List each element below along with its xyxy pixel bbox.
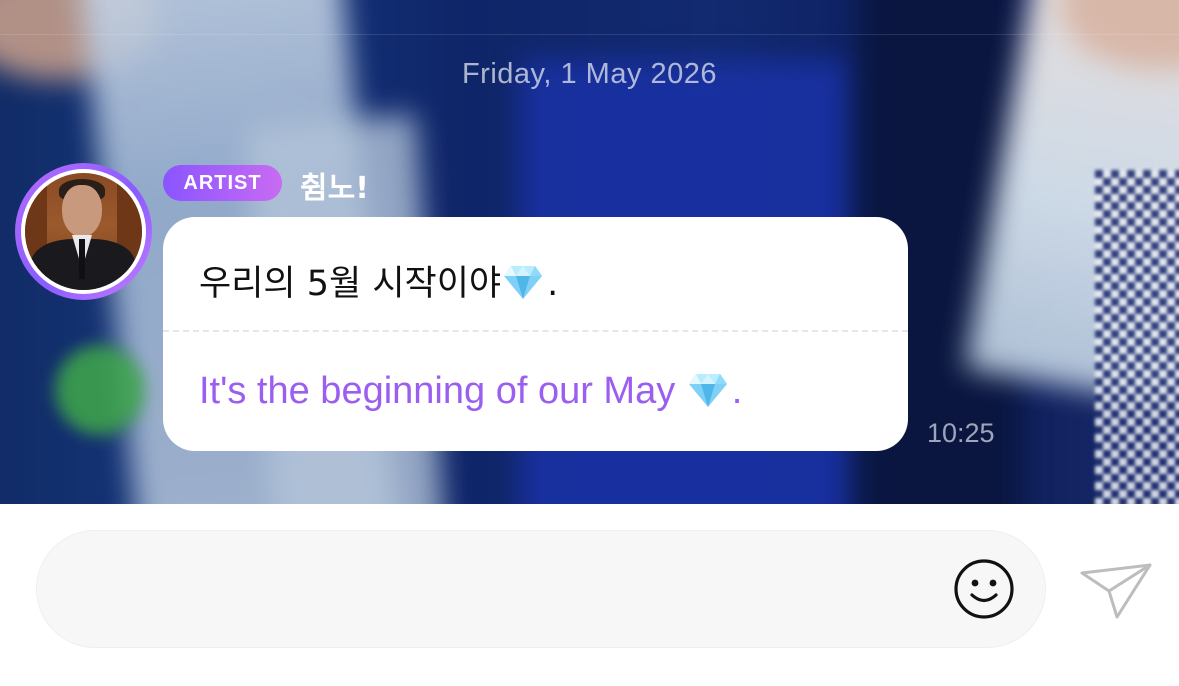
- gem-icon: [504, 266, 543, 299]
- avatar[interactable]: [15, 163, 152, 300]
- message-timestamp: 10:25: [927, 418, 995, 448]
- composer-bar: [0, 504, 1179, 686]
- message-translation-text: It's the beginning of our May: [199, 370, 676, 412]
- message-original-text: 우리의 5월 시작이야: [199, 264, 502, 304]
- emoji-button[interactable]: [952, 557, 1016, 621]
- message-input[interactable]: [36, 530, 1046, 648]
- message-original: 우리의 5월 시작이야 .: [199, 255, 558, 306]
- translation-divider: [163, 330, 908, 332]
- message-translation-suffix: .: [731, 370, 743, 412]
- send-button[interactable]: [1078, 560, 1154, 622]
- gem-icon: [688, 374, 727, 407]
- message-translation: It's the beginning of our May .: [199, 370, 742, 413]
- artist-badge: ARTIST: [163, 165, 282, 201]
- date-separator: Friday, 1 May 2026: [461, 58, 718, 90]
- message-original-suffix: .: [547, 264, 559, 304]
- sender-name[interactable]: 췸노!: [300, 163, 369, 207]
- smiley-face-icon: [954, 559, 1014, 619]
- chat-screen: Friday, 1 May 2026 ARTIST 췸노! 우리의 5월 시작이…: [0, 0, 1179, 686]
- message-bubble[interactable]: 우리의 5월 시작이야 . It's the beginning of our …: [163, 217, 908, 451]
- paper-plane-icon: [1080, 563, 1152, 619]
- avatar-photo: [25, 173, 142, 290]
